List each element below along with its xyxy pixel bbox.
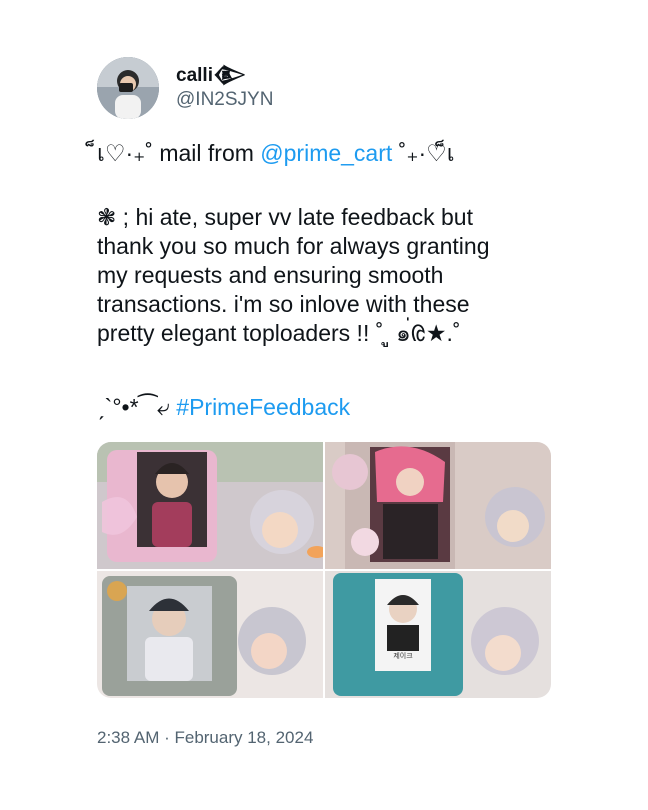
photo-teal-frame[interactable]: 제이크 bbox=[325, 571, 551, 698]
tweet-line-mail: ็เ♡·₊˚ mail from @prime_cart ˚₊·♡็เ bbox=[97, 139, 567, 168]
tweet-line-hashtag: ˏ`°•*⁀⤶ #PrimeFeedback bbox=[97, 393, 567, 422]
decor-prefix: ็เ♡·₊˚ mail from bbox=[97, 140, 261, 166]
media-grid: 제이크 bbox=[97, 442, 551, 698]
body-line: my requests and ensuring smooth bbox=[97, 262, 444, 288]
user-handle[interactable]: @IN2SJYN bbox=[176, 88, 273, 112]
body-line: thank you so much for always granting bbox=[97, 233, 490, 259]
photo-floral-frame[interactable] bbox=[325, 442, 551, 569]
hashtag-link[interactable]: #PrimeFeedback bbox=[176, 394, 350, 420]
body-line: pretty elegant toploaders !! ˚ ู ๑่ᱭ★.˚ bbox=[97, 320, 461, 346]
timestamp[interactable]: 2:38 AM · February 18, 2024 bbox=[97, 728, 313, 748]
tweet-body: ❃ ; hi ate, super vv late feedback but t… bbox=[97, 203, 567, 348]
mention-link[interactable]: @prime_cart bbox=[260, 140, 392, 166]
photocard-name-label: 제이크 bbox=[393, 653, 413, 660]
user-names: calli𒀛 @IN2SJYN bbox=[176, 64, 273, 112]
display-name[interactable]: calli𒀛 bbox=[176, 64, 273, 88]
avatar[interactable] bbox=[97, 57, 159, 119]
body-line: transactions. i'm so inlove with these bbox=[97, 291, 470, 317]
photo-pink-frame[interactable] bbox=[97, 442, 323, 569]
decor-hashtag-prefix: ˏ`°•*⁀⤶ bbox=[97, 394, 177, 420]
photo-gray-frame[interactable] bbox=[97, 571, 323, 698]
decor-suffix: ˚₊·♡็เ bbox=[392, 140, 455, 166]
tweet-header: calli𒀛 @IN2SJYN bbox=[97, 57, 273, 119]
body-line: ❃ ; hi ate, super vv late feedback but bbox=[97, 204, 473, 230]
